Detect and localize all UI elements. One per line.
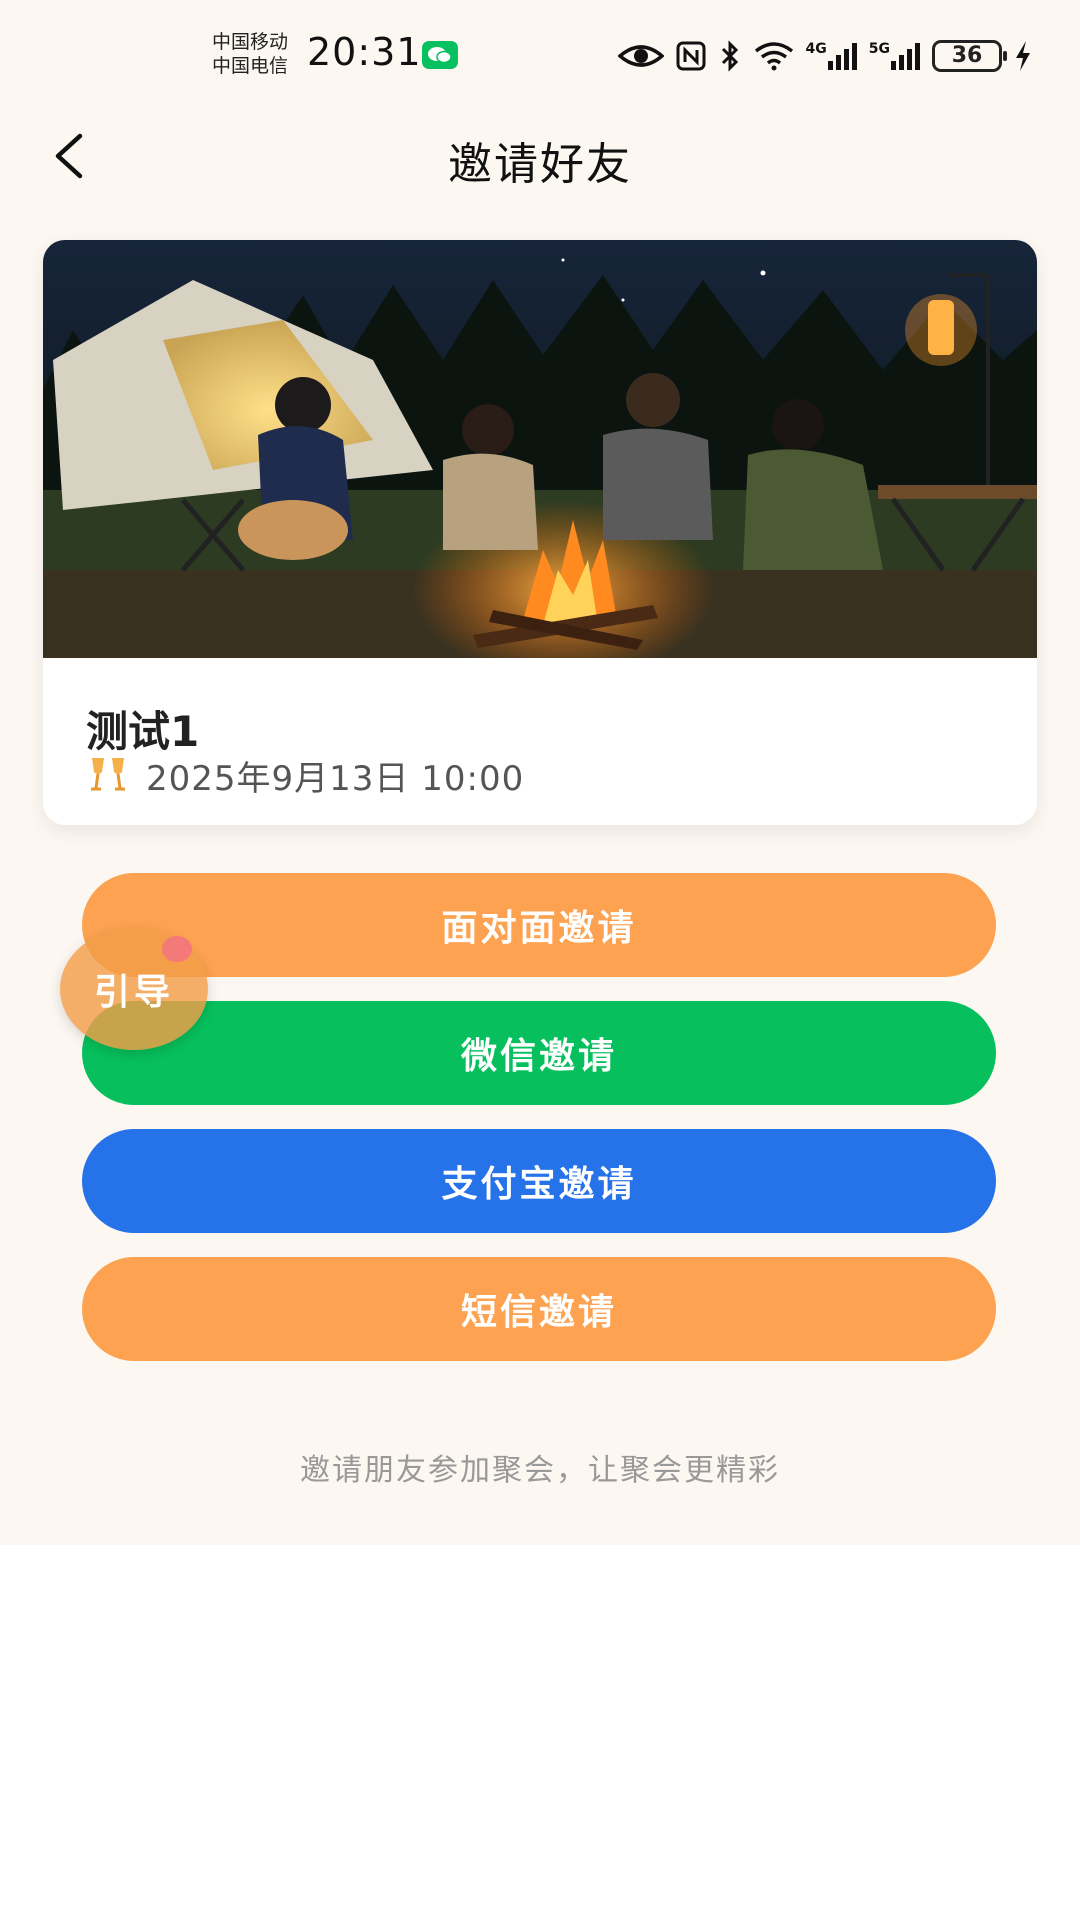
battery-indicator: 36 [932, 40, 1007, 72]
sms-invite-button[interactable]: 短信邀请 [82, 1257, 996, 1361]
wifi-icon [754, 41, 794, 71]
event-cover-image [43, 240, 1037, 658]
status-icons: 4G 5G 36 [617, 36, 1032, 76]
eye-icon [617, 41, 664, 71]
footer-tip: 邀请朋友参加聚会，让聚会更精彩 [300, 1453, 780, 1488]
status-bar: 中国移动 中国电信 20:31 4G 5G 36 [0, 0, 1080, 100]
alipay-invite-button[interactable]: 支付宝邀请 [82, 1129, 996, 1233]
navigation-bar: 邀请好友 [0, 110, 1080, 200]
event-time-row: 2025年9月13日 10:00 [88, 750, 524, 800]
network-4g-label: 4G [805, 41, 827, 57]
bluetooth-icon [718, 40, 742, 72]
carrier-info: 中国移动 中国电信 [212, 30, 288, 78]
guide-label: 引导 [93, 972, 174, 1013]
nfc-icon [676, 41, 706, 71]
wechat-notification-icon [422, 41, 458, 69]
signal-5g-icon: 5G [869, 41, 920, 71]
page-title: 邀请好友 [448, 139, 632, 190]
face-to-face-invite-button[interactable]: 面对面邀请 [82, 873, 996, 977]
network-5g-label: 5G [868, 41, 890, 57]
carrier-1: 中国移动 [212, 31, 289, 53]
carrier-2: 中国电信 [212, 55, 289, 77]
notification-dot [162, 936, 192, 962]
status-time: 20:31 [307, 30, 422, 74]
signal-4g-icon: 4G [806, 41, 857, 71]
charging-icon [1014, 40, 1032, 72]
invite-friends-page: 中国移动 中国电信 20:31 4G 5G 36 邀请好友 测试1 2025年9… [0, 0, 1080, 1545]
cheers-icon [88, 754, 128, 796]
guide-floating-button[interactable]: 引导 [60, 928, 208, 1050]
wechat-invite-button[interactable]: 微信邀请 [82, 1001, 996, 1105]
event-card: 测试1 2025年9月13日 10:00 [43, 240, 1037, 825]
event-time: 2025年9月13日 10:00 [146, 758, 525, 799]
